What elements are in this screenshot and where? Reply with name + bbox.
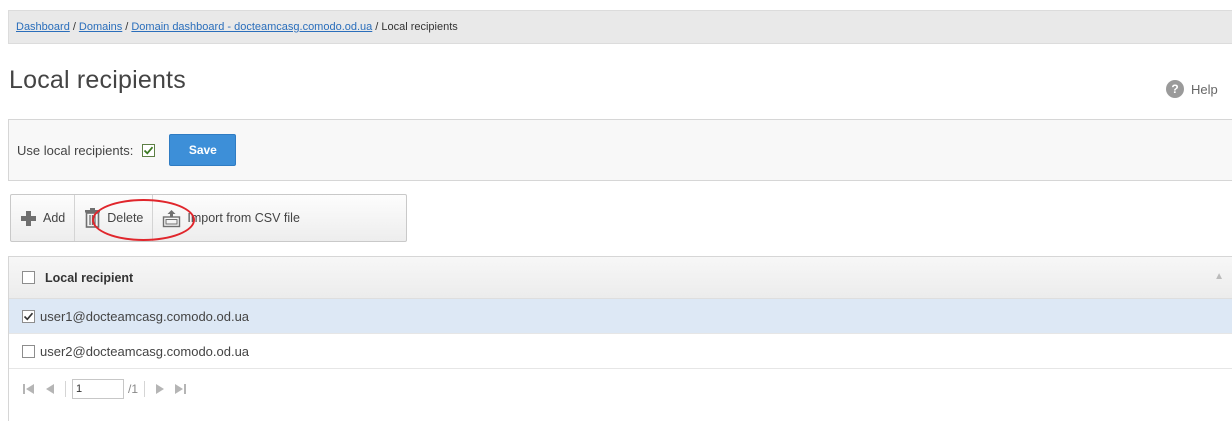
last-page-icon[interactable] <box>172 381 188 397</box>
next-page-icon[interactable] <box>151 381 167 397</box>
checkmark-icon <box>23 312 34 320</box>
plus-icon <box>20 210 37 227</box>
breadcrumb: Dashboard / Domains / Domain dashboard -… <box>8 10 1232 44</box>
previous-page-icon[interactable] <box>42 381 58 397</box>
use-local-recipients-label: Use local recipients: <box>17 142 134 158</box>
row-checkbox[interactable] <box>22 309 35 323</box>
select-all-checkbox[interactable] <box>22 271 35 284</box>
import-csv-label: Import from CSV file <box>187 211 300 225</box>
table-row[interactable]: user1@docteamcasg.comodo.od.ua <box>9 299 1232 334</box>
recipient-email: user2@docteamcasg.comodo.od.ua <box>40 343 250 359</box>
import-csv-button[interactable]: Import from CSV file <box>153 195 309 241</box>
help-link[interactable]: ? Help <box>1166 80 1218 98</box>
import-file-icon <box>162 209 181 228</box>
pagination: /1 <box>9 369 1232 409</box>
pager-divider <box>65 381 66 397</box>
first-page-icon[interactable] <box>21 381 37 397</box>
page-title: Local recipients <box>9 66 186 94</box>
table-row[interactable]: user2@docteamcasg.comodo.od.ua <box>9 334 1232 369</box>
column-header-local-recipient[interactable]: Local recipient <box>45 271 133 285</box>
settings-panel: Use local recipients: Save <box>8 119 1232 181</box>
page-number-input[interactable] <box>72 379 124 399</box>
breadcrumb-current: Local recipients <box>381 21 458 33</box>
breadcrumb-link-domains[interactable]: Domains <box>79 21 122 33</box>
delete-label: Delete <box>107 211 144 225</box>
question-circle-icon: ? <box>1166 80 1184 98</box>
breadcrumb-separator: / <box>375 21 379 33</box>
recipients-table: Local recipient ▲ user1@docteamcasg.como… <box>8 256 1232 421</box>
table-header: Local recipient ▲ <box>9 257 1232 299</box>
breadcrumb-link-domain-dashboard[interactable]: Domain dashboard - docteamcasg.comodo.od… <box>131 21 372 33</box>
use-local-recipients-checkbox[interactable] <box>142 143 156 157</box>
checkmark-icon <box>144 146 154 155</box>
breadcrumb-separator: / <box>125 21 129 33</box>
sort-arrow-icon[interactable]: ▲ <box>1214 271 1224 282</box>
recipient-email: user1@docteamcasg.comodo.od.ua <box>40 308 250 324</box>
help-label: Help <box>1191 81 1218 97</box>
add-label: Add <box>43 211 66 225</box>
delete-button[interactable]: Delete <box>75 195 154 241</box>
save-button[interactable]: Save <box>169 134 237 166</box>
breadcrumb-link-dashboard[interactable]: Dashboard <box>16 21 70 33</box>
add-button[interactable]: Add <box>11 195 76 241</box>
toolbar: Add Delete Import from CSV file <box>10 194 407 242</box>
pager-divider <box>144 381 146 397</box>
row-checkbox[interactable] <box>22 344 35 358</box>
breadcrumb-separator: / <box>72 21 76 33</box>
page-total: /1 <box>128 382 139 396</box>
trash-icon <box>84 208 101 228</box>
